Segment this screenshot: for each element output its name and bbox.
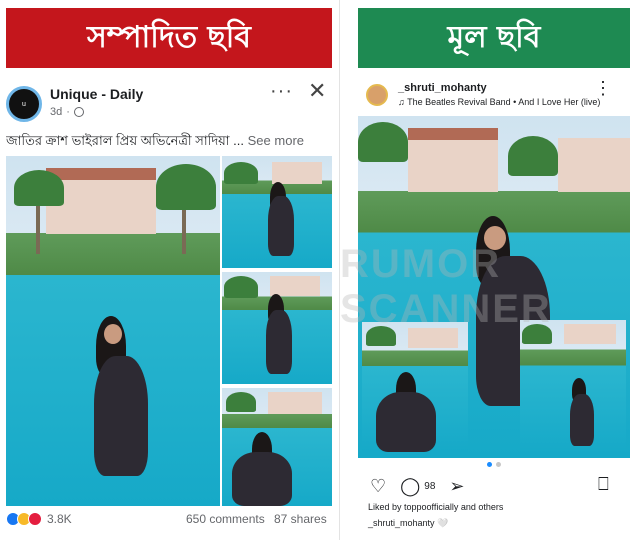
page-avatar[interactable]: u [6,86,42,122]
page-name[interactable]: Unique - Daily [50,86,143,102]
share-icon[interactable]: ➢ [449,476,464,497]
more-vertical-icon[interactable]: ⋮ [594,78,613,99]
post-meta: 3d · [50,106,84,118]
post-time[interactable]: 3d [50,106,62,118]
carousel-inset-left[interactable] [362,322,468,452]
profile-username[interactable]: _shruti_mohanty [398,82,487,94]
edited-photo-banner: সম্পাদিত ছবি [6,8,332,68]
post-image-thumb-2[interactable] [222,272,332,384]
post-image-thumb-1[interactable] [222,156,332,268]
comment-count: 98 [424,480,436,492]
shares-count[interactable]: 87 shares [274,512,327,526]
post-image-main[interactable] [6,156,220,506]
globe-icon [73,107,84,117]
post-actions: ♡ ◯ 98 ➢ [370,474,465,498]
close-icon[interactable]: ✕ [308,78,326,104]
heart-icon[interactable]: ♡ [370,476,386,497]
see-more-link[interactable]: See more [248,133,304,148]
original-photo-banner: মূল ছবি [358,8,630,68]
post-image-thumb-3[interactable] [222,388,332,506]
reactions-count[interactable]: 3.8K [47,512,72,526]
bookmark-icon[interactable]: ⎕ [598,474,609,495]
caption-username[interactable]: _shruti_mohanty 🤍 [368,518,448,529]
liked-by[interactable]: Liked by toppoofficially and others [368,502,503,512]
audio-track[interactable]: ♫ The Beatles Revival Band • And I Love … [398,97,600,107]
post-caption: জাতির ক্রাশ ভাইরাল প্রিয় অভিনেত্রী সাদি… [6,132,332,153]
pager-dot-active [487,462,492,467]
pager-dot [496,462,501,467]
comments-count[interactable]: 650 comments [186,512,265,526]
edited-panel: সম্পাদিত ছবি u Unique - Daily 3d · ··· ✕… [0,0,340,540]
watermark-text: RUMOR SCANNER [340,242,552,331]
facebook-post: u Unique - Daily 3d · ··· ✕ জাতির ক্রাশ … [6,72,332,534]
post-stats: 3.8K 650 comments 87 shares [6,512,332,526]
carousel-pager [358,462,630,467]
profile-avatar[interactable] [366,84,388,106]
love-reaction-icon [28,512,42,526]
comment-icon[interactable]: ◯ [400,476,420,497]
carousel-inset-right[interactable] [520,320,626,454]
caption-text: জাতির ক্রাশ ভাইরাল প্রিয় অভিনেত্রী সাদি… [6,133,248,148]
more-horizontal-icon[interactable]: ··· [270,80,293,103]
